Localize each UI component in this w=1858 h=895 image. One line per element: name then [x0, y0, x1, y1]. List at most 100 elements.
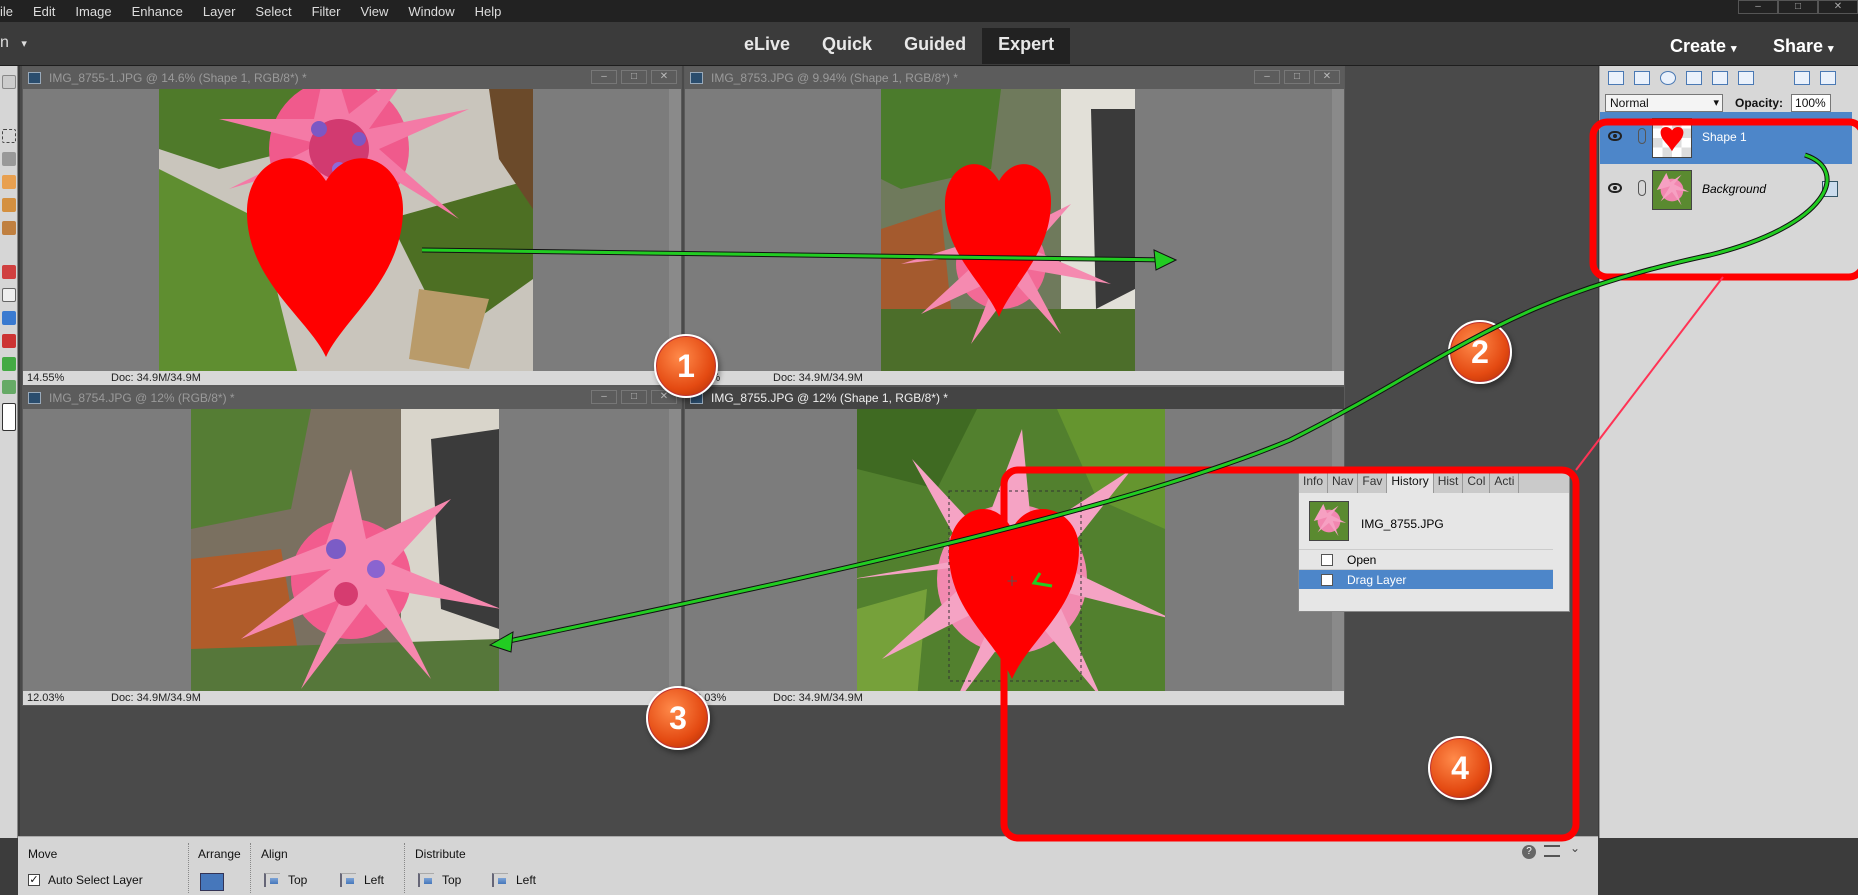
- doc-maximize-button[interactable]: □: [1284, 70, 1310, 84]
- new-layer-icon[interactable]: [1608, 71, 1624, 85]
- doc-maximize-button[interactable]: □: [621, 390, 647, 404]
- document-window-2[interactable]: IMG_8753.JPG @ 9.94% (Shape 1, RGB/8*) *…: [684, 66, 1345, 386]
- create-button[interactable]: Create ▾: [1670, 36, 1737, 57]
- lock-icon[interactable]: [1712, 71, 1728, 85]
- blend-mode-select[interactable]: Normal: [1605, 94, 1723, 112]
- doc-title-bar[interactable]: IMG_8755.JPG @ 12% (Shape 1, RGB/8*) *: [685, 387, 1344, 409]
- lock-icon[interactable]: [1822, 181, 1838, 197]
- zoom-level[interactable]: 12.03%: [27, 691, 87, 705]
- brush-tool-icon[interactable]: [2, 175, 16, 189]
- trash-icon[interactable]: [1794, 71, 1810, 85]
- tab-expert[interactable]: Expert: [982, 28, 1071, 64]
- sponge-tool-icon[interactable]: [2, 221, 16, 235]
- menu-image[interactable]: Image: [65, 4, 121, 19]
- document-window-4[interactable]: IMG_8755.JPG @ 12% (Shape 1, RGB/8*) * 1…: [684, 386, 1345, 706]
- pencil-tool-icon[interactable]: [2, 198, 16, 212]
- doc-title-bar[interactable]: IMG_8753.JPG @ 9.94% (Shape 1, RGB/8*) *…: [685, 67, 1344, 89]
- lasso-tool-icon[interactable]: [2, 152, 16, 166]
- link-icon[interactable]: [1638, 180, 1646, 196]
- distribute-top-button[interactable]: Top: [418, 873, 461, 887]
- doc-window-controls: – □ ✕: [591, 390, 677, 404]
- share-button[interactable]: Share ▾: [1773, 36, 1834, 57]
- menu-enhance[interactable]: Enhance: [122, 4, 193, 19]
- arrange-button[interactable]: [200, 873, 224, 891]
- doc-canvas[interactable]: [685, 409, 1332, 699]
- doc-canvas[interactable]: [685, 89, 1332, 379]
- tab-history[interactable]: History: [1387, 471, 1434, 493]
- doc-vertical-scrollbar[interactable]: [1332, 89, 1344, 371]
- distribute-left-button[interactable]: Left: [492, 873, 536, 887]
- eraser-tool-icon[interactable]: [2, 265, 16, 279]
- history-snapshot-thumbnail[interactable]: [1309, 501, 1349, 541]
- color-swatch-icon[interactable]: [2, 403, 16, 431]
- document-window-1[interactable]: IMG_8755-1.JPG @ 14.6% (Shape 1, RGB/8*)…: [22, 66, 682, 386]
- doc-maximize-button[interactable]: □: [621, 70, 647, 84]
- align-top-button[interactable]: Top: [264, 873, 307, 887]
- document-icon: [28, 72, 41, 84]
- tool-name-label: Move: [28, 847, 58, 861]
- layer-mask-icon[interactable]: [1686, 71, 1702, 85]
- doc-minimize-button[interactable]: –: [591, 70, 617, 84]
- layer-name[interactable]: Background: [1702, 182, 1766, 196]
- menu-edit[interactable]: Edit: [23, 4, 65, 19]
- auto-select-checkbox[interactable]: ✓: [28, 874, 40, 886]
- new-group-icon[interactable]: [1634, 71, 1650, 85]
- red-eye-tool-icon[interactable]: [2, 334, 16, 348]
- doc-close-button[interactable]: ✕: [651, 70, 677, 84]
- doc-minimize-button[interactable]: –: [591, 390, 617, 404]
- doc-canvas[interactable]: [23, 409, 669, 699]
- doc-vertical-scrollbar[interactable]: [669, 409, 681, 691]
- tab-info[interactable]: Info: [1299, 471, 1329, 493]
- doc-vertical-scrollbar[interactable]: [669, 89, 681, 371]
- minimize-button[interactable]: –: [1738, 0, 1778, 14]
- tab-actions[interactable]: Acti: [1490, 471, 1520, 493]
- layer-name[interactable]: Shape 1: [1702, 130, 1747, 144]
- link-icon[interactable]: [1638, 128, 1646, 144]
- doc-canvas[interactable]: [23, 89, 669, 379]
- menu-view[interactable]: View: [350, 4, 398, 19]
- help-icon[interactable]: ?: [1522, 845, 1536, 859]
- history-item-open[interactable]: Open: [1299, 549, 1553, 569]
- lock-transparency-icon[interactable]: [1738, 71, 1754, 85]
- close-button[interactable]: ✕: [1818, 0, 1858, 14]
- zoom-level[interactable]: 14.55%: [27, 371, 87, 385]
- layer-row-shape-1[interactable]: Shape 1: [1600, 112, 1852, 164]
- panel-menu-icon[interactable]: [1544, 845, 1560, 857]
- tab-elive[interactable]: eLive: [728, 28, 806, 64]
- hand-tool-icon[interactable]: [2, 75, 16, 89]
- tab-navigator[interactable]: Nav: [1328, 471, 1359, 493]
- menu-file[interactable]: ile: [0, 4, 23, 19]
- eye-icon[interactable]: [1608, 183, 1622, 193]
- eye-icon[interactable]: [1608, 131, 1622, 141]
- menu-filter[interactable]: Filter: [302, 4, 351, 19]
- tab-guided[interactable]: Guided: [888, 28, 982, 64]
- menu-window[interactable]: Window: [398, 4, 464, 19]
- doc-title-bar[interactable]: IMG_8755-1.JPG @ 14.6% (Shape 1, RGB/8*)…: [23, 67, 681, 89]
- maximize-button[interactable]: □: [1778, 0, 1818, 14]
- align-left-button[interactable]: Left: [340, 873, 384, 887]
- auto-select-layer-option[interactable]: ✓ Auto Select Layer: [28, 873, 143, 887]
- chevron-down-icon[interactable]: ⌄: [1570, 841, 1580, 855]
- document-window-3[interactable]: IMG_8754.JPG @ 12% (RGB/8*) * – □ ✕ 12.0…: [22, 386, 682, 706]
- tab-quick[interactable]: Quick: [806, 28, 888, 64]
- opacity-input[interactable]: 100%: [1791, 94, 1832, 112]
- doc-title-bar[interactable]: IMG_8754.JPG @ 12% (RGB/8*) * – □ ✕: [23, 387, 681, 409]
- open-menu-button[interactable]: n ▾: [0, 34, 27, 52]
- straighten-tool-icon[interactable]: [2, 380, 16, 394]
- history-item-drag-layer[interactable]: Drag Layer: [1299, 569, 1553, 589]
- rectangle-tool-icon[interactable]: [2, 288, 16, 302]
- doc-minimize-button[interactable]: –: [1254, 70, 1280, 84]
- cookie-cutter-tool-icon[interactable]: [2, 357, 16, 371]
- tab-histogram[interactable]: Hist: [1434, 471, 1464, 493]
- tab-color[interactable]: Col: [1463, 471, 1491, 493]
- custom-shape-tool-icon[interactable]: [2, 311, 16, 325]
- marquee-tool-icon[interactable]: [2, 129, 16, 143]
- doc-close-button[interactable]: ✕: [1314, 70, 1340, 84]
- layer-row-background[interactable]: Background: [1600, 164, 1852, 216]
- menu-layer[interactable]: Layer: [193, 4, 246, 19]
- tab-favorites[interactable]: Fav: [1358, 471, 1388, 493]
- menu-help[interactable]: Help: [465, 4, 512, 19]
- panel-menu-icon[interactable]: [1820, 71, 1836, 85]
- menu-select[interactable]: Select: [245, 4, 301, 19]
- adjustment-layer-icon[interactable]: [1660, 71, 1676, 85]
